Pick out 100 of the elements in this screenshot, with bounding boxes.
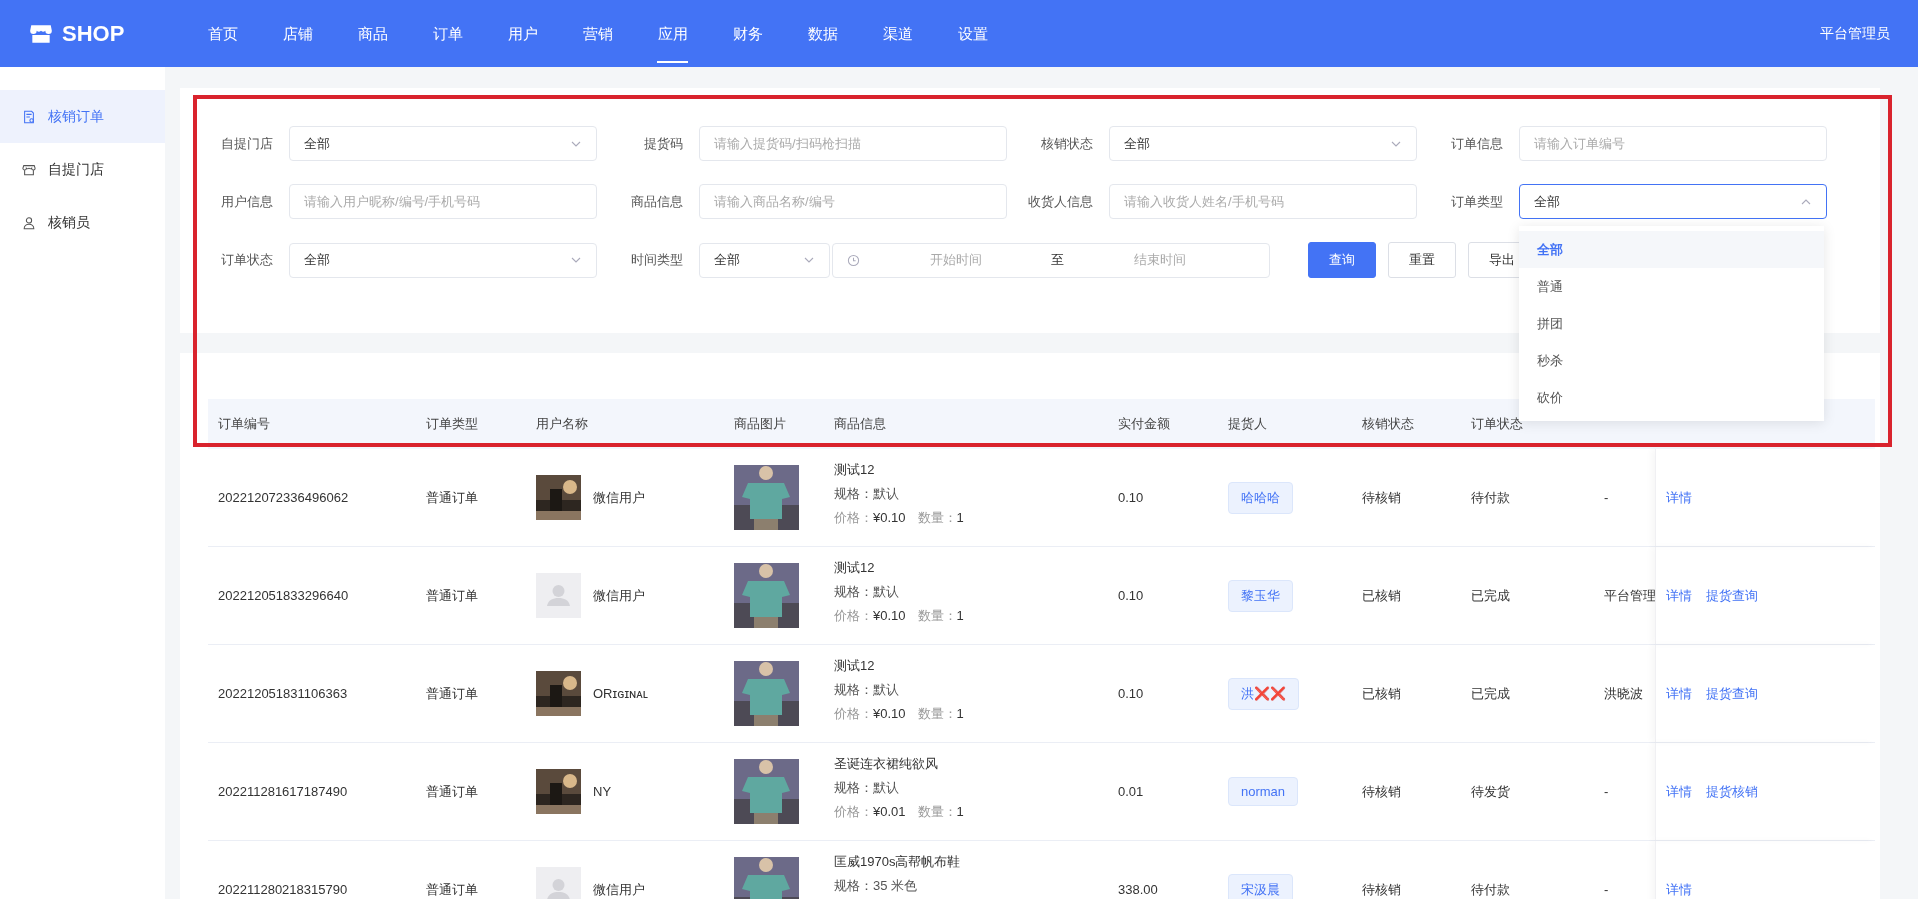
quantity-value: 1 [956, 804, 964, 819]
column-header: 订单状态 [1470, 415, 1524, 433]
sidebar-item[interactable]: 自提门店 [0, 143, 165, 196]
product-title: 测试12 [834, 657, 876, 675]
person-icon [22, 215, 36, 230]
user-name[interactable]: 平台管理员 [1820, 24, 1890, 43]
select-field[interactable]: 全部 [699, 242, 830, 278]
table-cell-text: 0.10 [1117, 686, 1145, 701]
select-field[interactable]: 全部 [289, 242, 597, 278]
price-label: 价格： [834, 608, 873, 623]
brand-name: SHOP [62, 20, 125, 47]
nav-tab[interactable]: 首页 [185, 0, 260, 67]
input-field[interactable]: 请输入订单编号 [1519, 126, 1827, 161]
user-name-cell: 微信用户 [593, 586, 645, 605]
table-cell-text: 已完成 [1470, 586, 1511, 605]
action-link[interactable]: 提货查询 [1706, 586, 1758, 605]
sidebar-item[interactable]: 核销订单 [0, 90, 165, 143]
table-cell-text: 普通订单 [425, 488, 479, 507]
select-field[interactable]: 全部 [1109, 126, 1417, 161]
product-title: 匡威1970s高帮帆布鞋 [834, 853, 962, 871]
action-link[interactable]: 详情 [1666, 880, 1692, 899]
column-header: 订单类型 [425, 415, 479, 433]
product-spec: 规格：默认 [834, 681, 900, 699]
dropdown-option[interactable]: 拼团 [1519, 305, 1824, 342]
nav-tab[interactable]: 商品 [335, 0, 410, 67]
price-value: ¥0.10 [873, 608, 906, 623]
quantity-label: 数量： [917, 706, 957, 721]
nav-tab[interactable]: 渠道 [860, 0, 935, 67]
table-cell-text: 已完成 [1470, 684, 1511, 703]
column-header: 商品图片 [733, 415, 787, 433]
filter-label: 核销状态 [1040, 134, 1094, 153]
table-cell-text: 202212072336496062 [217, 490, 350, 505]
nav-tab[interactable]: 订单 [410, 0, 485, 67]
user-name-cell: NY [593, 784, 612, 799]
select-field[interactable]: 全部 [1519, 184, 1827, 219]
range-separator: 至 [1051, 251, 1064, 269]
nav-tab[interactable]: 设置 [935, 0, 1010, 67]
nav-tab[interactable]: 应用 [635, 0, 710, 67]
action-link[interactable]: 详情 [1666, 586, 1692, 605]
quantity-label: 数量： [917, 804, 957, 819]
input-field[interactable]: 请输入收货人姓名/手机号码 [1109, 184, 1417, 219]
filter-label: 用户信息 [220, 192, 274, 211]
column-header: 提货人 [1227, 415, 1268, 433]
filter-label: 收货人信息 [1027, 192, 1094, 211]
table-cell-text: 已核销 [1361, 684, 1402, 703]
user-name-cell: 微信用户 [593, 880, 645, 899]
filter-label: 提货码 [643, 134, 684, 153]
table-cell-text: 202212051833296640 [217, 588, 350, 603]
action-link[interactable]: 详情 [1666, 684, 1692, 703]
input-field[interactable]: 请输入商品名称/编号 [699, 184, 1007, 219]
end-time-placeholder: 结束时间 [1132, 251, 1187, 269]
picker-tag: 哈哈哈 [1228, 481, 1293, 514]
nav-tab[interactable]: 数据 [785, 0, 860, 67]
action-link[interactable]: 详情 [1666, 488, 1692, 507]
filter-label: 订单类型 [1450, 192, 1504, 211]
table-cell-text: 0.10 [1117, 490, 1145, 505]
table-cell-text: 待核销 [1361, 488, 1402, 507]
picker-tag: norman [1228, 777, 1299, 806]
input-field[interactable]: 请输入提货码/扫码枪扫描 [699, 126, 1007, 161]
column-header: 核销状态 [1361, 415, 1415, 433]
dropdown-option[interactable]: 秒杀 [1519, 342, 1824, 379]
table-cell-text: - [1603, 882, 1610, 897]
table-cell-text: 普通订单 [425, 684, 479, 703]
table-cell-text: - [1603, 490, 1610, 505]
action-link[interactable]: 详情 [1666, 782, 1692, 801]
quantity-label: 数量： [917, 608, 957, 623]
document-icon [22, 109, 36, 124]
table-cell-text: 202212051831106363 [217, 686, 349, 701]
product-title: 测试12 [834, 559, 876, 577]
nav-tab[interactable]: 财务 [710, 0, 785, 67]
nav-tab[interactable]: 店铺 [260, 0, 335, 67]
select-field[interactable]: 全部 [289, 126, 597, 161]
dropdown-option[interactable]: 砍价 [1519, 379, 1824, 416]
table-cell-text: 普通订单 [425, 782, 479, 801]
sidebar-item[interactable]: 核销员 [0, 196, 165, 249]
table-cell-text: 待付款 [1470, 488, 1511, 507]
nav-tab[interactable]: 营销 [560, 0, 635, 67]
table-cell-text: 洪晓波 [1603, 684, 1644, 703]
default-avatar-icon [536, 867, 581, 899]
column-header: 用户名称 [535, 415, 589, 433]
input-field[interactable]: 请输入用户昵称/编号/手机号码 [289, 184, 597, 219]
table-cell-text: 0.10 [1117, 588, 1145, 603]
product-spec: 规格：35 米色 [834, 877, 919, 895]
picker-tag: 宋汲晨 [1228, 873, 1293, 899]
action-link[interactable]: 提货核销 [1706, 782, 1758, 801]
nav-tab[interactable]: 用户 [485, 0, 560, 67]
table-cell-text: 202211280218315790 [217, 882, 349, 897]
search-button[interactable]: 查询 [1308, 242, 1376, 278]
table-cell-text: 待核销 [1361, 782, 1402, 801]
action-button[interactable]: 重置 [1388, 242, 1456, 278]
product-spec: 规格：默认 [834, 485, 900, 503]
date-range-field[interactable]: 开始时间 至 结束时间 [832, 242, 1270, 278]
quantity-value: 1 [956, 608, 964, 623]
action-link[interactable]: 提货查询 [1706, 684, 1758, 703]
filter-label: 商品信息 [630, 192, 684, 211]
user-name-cell: ORɪɢɪɴᴀʟ [593, 686, 648, 701]
dropdown-option[interactable]: 全部 [1519, 231, 1824, 268]
default-avatar-icon [536, 573, 581, 618]
price-value: ¥0.10 [873, 510, 906, 525]
filter-label: 自提门店 [220, 134, 274, 153]
